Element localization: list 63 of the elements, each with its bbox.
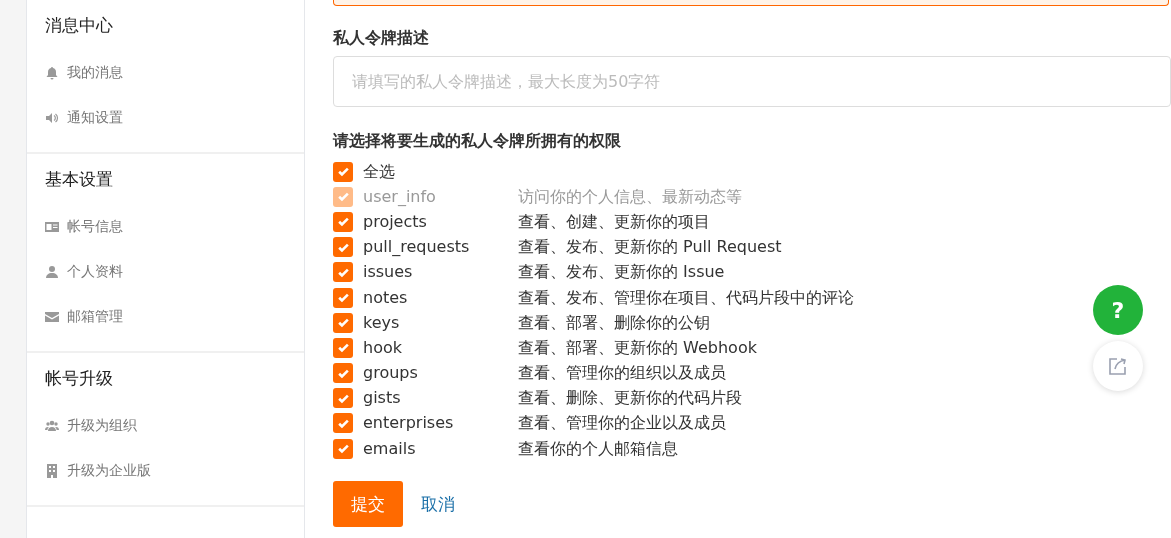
scope-name: gists bbox=[363, 387, 402, 410]
user-icon bbox=[45, 264, 59, 279]
submit-button[interactable]: 提交 bbox=[333, 481, 403, 528]
sidebar-item[interactable]: 升级为企业版 bbox=[45, 448, 151, 493]
section-heading: 帐号升级 bbox=[45, 367, 113, 390]
scope-description: 查看、删除、更新你的代码片段 bbox=[518, 387, 742, 410]
input-field[interactable]: 请填写的私人令牌描述，最大长度为50字符 bbox=[333, 56, 1171, 107]
scope-name: user_info bbox=[363, 185, 437, 208]
scope-description: 查看、部署、删除你的公钥 bbox=[518, 311, 710, 334]
bell-icon bbox=[45, 65, 59, 80]
scope-description: 查看、部署、更新你的 Webhook bbox=[518, 336, 757, 359]
checkmark-icon bbox=[336, 442, 350, 456]
scope-name: groups bbox=[363, 362, 419, 385]
checkmark-icon bbox=[336, 190, 350, 204]
checkbox[interactable] bbox=[333, 438, 353, 459]
checkbox-label: 全选 bbox=[363, 160, 396, 183]
group-icon bbox=[45, 418, 59, 433]
scope-description: 查看你的个人邮箱信息 bbox=[518, 437, 678, 460]
scope-name: issues bbox=[363, 261, 414, 284]
cancel-link[interactable]: 取消 bbox=[421, 491, 455, 517]
scope-name: enterprises bbox=[363, 412, 455, 435]
checkbox[interactable] bbox=[333, 211, 353, 232]
checkmark-icon bbox=[336, 291, 350, 305]
scope-name: projects bbox=[363, 210, 428, 233]
section-heading: 消息中心 bbox=[45, 14, 113, 37]
sidebar-item[interactable]: 个人资料 bbox=[45, 249, 123, 294]
scope-name: hook bbox=[363, 336, 403, 359]
scope-description: 查看、发布、更新你的 Pull Request bbox=[518, 236, 782, 259]
scope-description: 查看、创建、更新你的项目 bbox=[518, 210, 710, 233]
checkbox[interactable] bbox=[333, 161, 353, 182]
building-icon bbox=[45, 463, 59, 478]
checkbox[interactable] bbox=[333, 287, 353, 308]
checkbox[interactable] bbox=[333, 337, 353, 358]
checkbox[interactable] bbox=[333, 388, 353, 409]
checkbox[interactable] bbox=[333, 363, 353, 384]
section-heading: 基本设置 bbox=[45, 168, 113, 191]
checkbox[interactable] bbox=[333, 262, 353, 283]
scope-description: 查看、管理你的组织以及成员 bbox=[518, 362, 726, 385]
checkmark-icon bbox=[336, 341, 350, 355]
scope-description: 访问你的个人信息、最新动态等 bbox=[518, 185, 742, 208]
scope-name: notes bbox=[363, 286, 409, 309]
scope-description: 查看、发布、更新你的 Issue bbox=[518, 261, 725, 284]
scope-name: pull_requests bbox=[363, 236, 471, 259]
checkmark-icon bbox=[336, 316, 350, 330]
scope-description: 查看、管理你的企业以及成员 bbox=[518, 412, 726, 435]
field-label: 私人令牌描述 bbox=[333, 27, 429, 49]
share-icon bbox=[1108, 356, 1128, 376]
checkbox[interactable] bbox=[333, 312, 353, 333]
checkmark-icon bbox=[336, 165, 350, 179]
sidebar-item[interactable]: 通知设置 bbox=[45, 95, 123, 140]
scope-description: 查看、发布、管理你在项目、代码片段中的评论 bbox=[518, 286, 854, 309]
scope-name: emails bbox=[363, 437, 417, 460]
sidebar-item[interactable]: 帐号信息 bbox=[45, 204, 123, 249]
section-label: 请选择将要生成的私人令牌所拥有的权限 bbox=[333, 130, 621, 152]
sidebar-item[interactable]: 我的消息 bbox=[45, 50, 123, 95]
sidebar-item[interactable]: 升级为组织 bbox=[45, 403, 137, 448]
envelope-icon bbox=[45, 309, 59, 324]
id-card-icon bbox=[45, 219, 59, 234]
checkbox[interactable] bbox=[333, 413, 353, 434]
checkbox[interactable] bbox=[333, 237, 353, 258]
scope-name: keys bbox=[363, 311, 401, 334]
checkmark-icon bbox=[336, 215, 350, 229]
sidebar-item[interactable]: 邮箱管理 bbox=[45, 294, 123, 339]
